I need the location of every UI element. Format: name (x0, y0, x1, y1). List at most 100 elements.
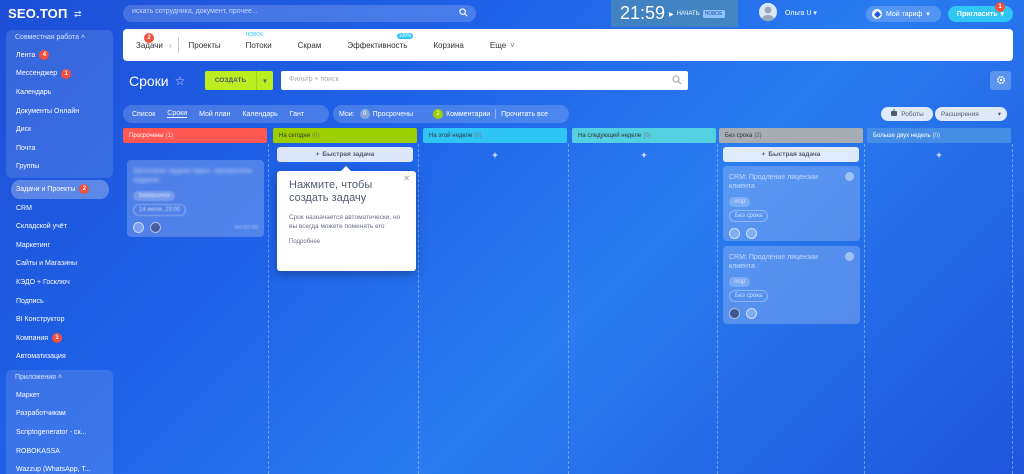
add-task-plus-icon[interactable]: + (423, 147, 567, 163)
column-next-week: На следующей неделе (0) + (572, 128, 718, 474)
star-icon[interactable]: ☆ (175, 74, 186, 88)
sidebar-item-market[interactable]: Маркет (6, 386, 113, 405)
user-icon[interactable] (729, 228, 740, 239)
column-header[interactable]: На сегодня (0) (273, 128, 417, 143)
overdue-count: 0 (359, 109, 370, 119)
task-card[interactable]: CRM: Продление лицензии клиента #ctp Без… (723, 246, 860, 324)
close-icon[interactable]: ✕ (403, 174, 410, 183)
avatar[interactable] (729, 308, 740, 319)
logo[interactable]: SEO.ТОП (8, 6, 68, 21)
popup-more-link[interactable]: Подробнее (289, 239, 404, 245)
page-title: Сроки ☆ (129, 73, 185, 89)
global-search (123, 5, 476, 22)
sidebar-item-label: Автоматизация (16, 353, 66, 361)
sidebar-item-feed[interactable]: Лента 4 (6, 46, 113, 65)
sidebar-item-tasks[interactable]: Задачи и Проекты 2 (11, 180, 109, 199)
card-tag[interactable]: #ctp (729, 197, 751, 207)
view-gantt[interactable]: Гант (290, 111, 304, 118)
sidebar-item-sites[interactable]: Сайты и Магазины (6, 255, 113, 274)
task-card[interactable]: Заголовок задачи скрыт, просрочено задан… (127, 160, 264, 237)
filter-comments[interactable]: 2 Комментарии (433, 109, 490, 119)
column-header[interactable]: На следующей неделе (0) (572, 128, 716, 143)
sidebar-item-label: Разработчикам (16, 410, 66, 418)
tab-more[interactable]: Еще ˅ (490, 29, 515, 61)
tab-projects[interactable]: Проекты (189, 29, 221, 61)
view-calendar[interactable]: Календарь (242, 111, 277, 118)
column-header[interactable]: Без срока (2) (719, 128, 863, 143)
robots-button[interactable]: Роботы (881, 107, 933, 121)
sidebar-item-mail[interactable]: Почта (6, 139, 113, 158)
plus-icon: + (761, 151, 766, 158)
sidebar-item-disk[interactable]: Диск (6, 120, 113, 139)
sidebar-item-robokassa[interactable]: ROBOKASSA (6, 442, 113, 461)
sidebar-item-kedo[interactable]: КЭДО + Госключ (6, 273, 113, 292)
sidebar-item-label: CRM (16, 204, 32, 212)
view-my-plan[interactable]: Мой план (199, 111, 230, 118)
sidebar-item-messenger[interactable]: Мессенджер 1 (6, 65, 113, 84)
sidebar-item-crm[interactable]: CRM (6, 199, 113, 218)
user-icon[interactable] (133, 222, 144, 233)
sidebar-item-bi[interactable]: BI Конструктор (6, 310, 113, 329)
user-name: Ольга U (785, 10, 812, 17)
column-count: (0) (474, 132, 482, 139)
user-menu[interactable]: Ольга U ▾ (785, 9, 817, 17)
sidebar-group-title[interactable]: Совместная работа ˄ (6, 30, 113, 46)
column-header[interactable]: Просрочены (1) (123, 128, 267, 143)
sidebar-item-groups[interactable]: Группы (6, 158, 113, 177)
sidebar-item-automation[interactable]: Автоматизация (6, 348, 113, 367)
avatar[interactable] (759, 3, 777, 21)
column-count: (0) (312, 132, 320, 139)
tariff-label: Мой тариф (886, 10, 923, 18)
invite-button[interactable]: Пригласить ▾ 1 (948, 2, 1013, 22)
tab-efficiency[interactable]: 100% Эффективность (347, 29, 414, 61)
chevron-down-icon[interactable]: ▾ (256, 71, 273, 90)
sidebar-item-scriptogenerator[interactable]: Scriptogenerator - ск... (6, 423, 113, 442)
user-icon[interactable] (746, 308, 757, 319)
quick-task-button[interactable]: + Быстрая задача (723, 147, 859, 162)
sidebar-group-apps: Приложения ˄ Маркет Разработчикам Script… (6, 370, 113, 474)
sidebar-item-label: Подпись (16, 297, 44, 305)
start-workday-button[interactable]: ▶ НАЧАТЬ НОВОЕ (669, 10, 725, 18)
sidebar-item-developers[interactable]: Разработчикам (6, 405, 113, 424)
read-all-link[interactable]: Прочитать все (501, 111, 548, 118)
card-deadline[interactable]: Без срока (729, 290, 769, 302)
filter-input[interactable] (289, 76, 659, 83)
tab-flows[interactable]: НОВОЕ Потоки (246, 29, 272, 61)
sidebar-group-title[interactable]: Приложения ˄ (6, 370, 113, 386)
card-deadline[interactable]: Без срока (729, 210, 769, 222)
sidebar-item-company[interactable]: Компания 1 (6, 329, 113, 348)
avatar[interactable] (150, 222, 161, 233)
sidebar-item-calendar[interactable]: Календарь (6, 83, 113, 102)
task-card[interactable]: CRM: Продление лицензии клиента #ctp Без… (723, 166, 860, 241)
view-list[interactable]: Список (132, 111, 155, 118)
status-icon (845, 252, 854, 261)
tab-tasks[interactable]: 2 Задачи › (136, 29, 172, 61)
sidebar-item-warehouse[interactable]: Складской учёт (6, 217, 113, 236)
card-tag[interactable]: #ctp (729, 277, 751, 287)
view-deadlines[interactable]: Сроки (167, 110, 188, 118)
add-task-plus-icon[interactable]: + (572, 147, 716, 163)
tab-trash[interactable]: Корзина (433, 29, 463, 61)
global-search-input[interactable] (132, 8, 452, 15)
menu-toggle-icon[interactable]: ⇄ (74, 9, 82, 20)
add-task-plus-icon[interactable]: + (867, 147, 1011, 163)
sidebar-item-sign[interactable]: Подпись (6, 292, 113, 311)
quick-task-button[interactable]: + Быстрая задача (277, 147, 413, 162)
user-icon[interactable] (746, 228, 757, 239)
extensions-button[interactable]: Расширения ▾ (935, 107, 1007, 121)
tab-scrum[interactable]: Скрам (298, 29, 322, 61)
sidebar-item-wazzup[interactable]: Wazzup (WhatsApp, T... (6, 460, 113, 474)
column-header[interactable]: Больше двух недель (0) (867, 128, 1011, 143)
column-header[interactable]: На этой неделе (0) (423, 128, 567, 143)
search-icon[interactable] (672, 75, 682, 87)
search-icon[interactable] (459, 8, 468, 19)
sidebar-item-marketing[interactable]: Маркетинг (6, 236, 113, 255)
chevron-down-icon: ▾ (813, 10, 817, 17)
card-tag: Завершена (133, 191, 175, 201)
settings-button[interactable] (990, 71, 1011, 90)
create-button[interactable]: СОЗДАТЬ ▾ (205, 71, 273, 90)
worktime-widget[interactable]: 21:59 ▶ НАЧАТЬ НОВОЕ (611, 0, 738, 27)
sidebar-item-documents[interactable]: Документы Онлайн (6, 102, 113, 121)
filter-overdue[interactable]: 0 Просрочены (359, 109, 413, 119)
tariff-button[interactable]: Мой тариф ▾ (866, 6, 941, 22)
